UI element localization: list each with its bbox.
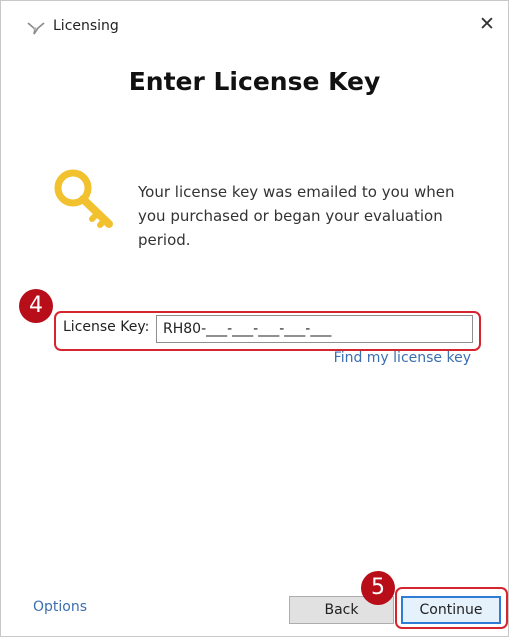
key-icon <box>54 169 113 228</box>
step-badge-5: 5 <box>361 571 395 605</box>
license-key-label: License Key: <box>63 319 150 335</box>
close-icon: ✕ <box>479 13 495 35</box>
options-link[interactable]: Options <box>33 599 87 615</box>
step-badge-4: 4 <box>19 289 53 323</box>
licensing-dialog: Licensing ✕ Enter License Key Your licen… <box>0 0 509 637</box>
info-text: Your license key was emailed to you when… <box>138 183 455 249</box>
title-bar: Licensing ✕ <box>1 1 508 49</box>
continue-button[interactable]: Continue <box>401 596 501 624</box>
find-license-key-link[interactable]: Find my license key <box>334 350 471 366</box>
page-heading: Enter License Key <box>128 67 381 96</box>
window-title: Licensing <box>53 18 119 34</box>
close-button[interactable]: ✕ <box>474 11 500 37</box>
license-key-input[interactable] <box>156 315 473 343</box>
app-icon <box>27 22 45 35</box>
